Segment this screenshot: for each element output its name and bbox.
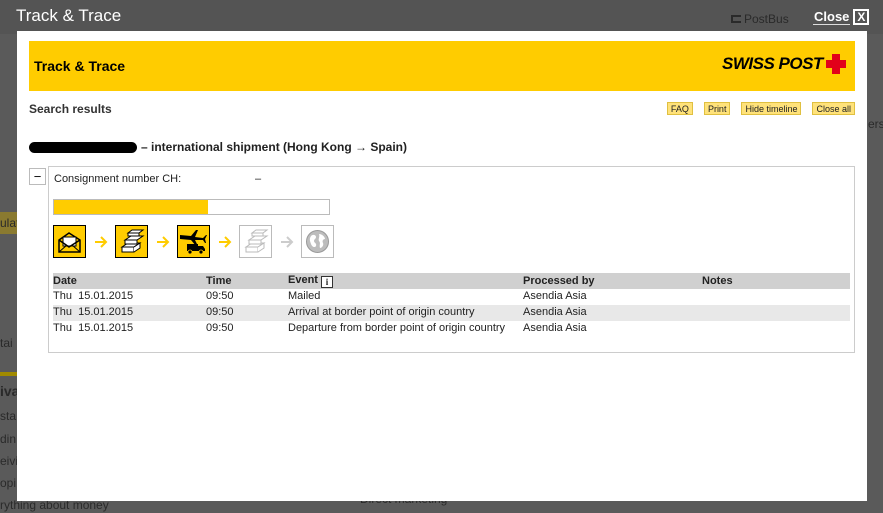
arrow-right-icon (86, 235, 115, 248)
close-all-button[interactable]: Close all (812, 102, 855, 115)
shipment-panel: Consignment number CH: – Date Time Event… (48, 166, 855, 353)
timeline-steps (53, 225, 334, 258)
swiss-cross-icon (825, 53, 847, 75)
table-header-row: Date Time Event i Processed by Notes (53, 273, 850, 289)
consignment-line: Consignment number CH: – (54, 173, 261, 185)
backdrop-fragment: din (0, 432, 17, 446)
cell-date-value: 15.01.2015 (78, 322, 134, 334)
dialog-header: Track & Trace SWISS POST (29, 41, 855, 91)
parcel-posted-icon (53, 225, 86, 258)
backdrop-fragment: tai (0, 336, 13, 350)
cell-date: Thu 15.01.2015 (53, 289, 206, 305)
arrow-right-icon (148, 235, 177, 248)
backdrop-fragment: eivi (0, 454, 19, 468)
modal-title: Track & Trace (16, 6, 122, 25)
progress-fill (54, 200, 208, 214)
cell-date: Thu 15.01.2015 (53, 321, 206, 337)
consignment-label: Consignment number CH: (54, 173, 182, 185)
header-notes: Notes (702, 273, 850, 289)
cell-date-value: 15.01.2015 (78, 306, 134, 318)
shipment-heading: – international shipment (Hong Kong → Sp… (29, 140, 407, 154)
table-row: Thu 15.01.2015 09:50 Arrival at border p… (53, 305, 850, 321)
header-event: Event i (288, 273, 523, 289)
cell-processed-by: Asendia Asia (523, 290, 587, 302)
cell-date-value: 15.01.2015 (78, 290, 134, 302)
cell-time: 09:50 (206, 305, 288, 321)
progress-bar (53, 199, 330, 215)
globe-icon (301, 225, 334, 258)
cell-day: Thu (53, 322, 72, 334)
search-results-heading: Search results (29, 102, 112, 116)
cell-notes (702, 321, 850, 337)
backdrop-fragment: opi (0, 476, 17, 490)
header-event-label: Event (288, 274, 318, 286)
faq-button[interactable]: FAQ (666, 102, 693, 115)
cell-day: Thu (53, 306, 72, 318)
cell-event: Mailed (288, 290, 321, 302)
plane-truck-icon (177, 225, 210, 258)
postbus-label: PostBus (744, 12, 789, 26)
header-date: Date (53, 273, 206, 289)
postbus-link[interactable]: PostBus (731, 12, 789, 26)
backdrop-fragment: ers (868, 117, 883, 131)
redacted-tracking-number (29, 141, 137, 153)
hide-timeline-button[interactable]: Hide timeline (741, 102, 802, 115)
header-title: Track & Trace (34, 58, 126, 74)
postbus-icon (731, 15, 741, 23)
action-buttons: FAQ Print Hide timeline Close all (666, 102, 855, 115)
cell-date: Thu 15.01.2015 (53, 305, 206, 321)
header-time: Time (206, 273, 288, 289)
parcels-sorted-icon (115, 225, 148, 258)
backdrop-fragment: sta (0, 409, 17, 423)
cell-event: Arrival at border point of origin countr… (288, 305, 523, 321)
close-button[interactable]: Close X (813, 8, 870, 25)
cell-notes (702, 289, 850, 305)
close-label: Close (813, 8, 851, 25)
header-processed-by: Processed by (523, 273, 702, 289)
cell-time: 09:50 (206, 322, 234, 334)
cell-notes (702, 305, 850, 321)
cell-event: Departure from border point of origin co… (288, 322, 506, 334)
info-icon[interactable]: i (320, 276, 333, 288)
cell-processed-by: Asendia Asia (523, 305, 702, 321)
close-icon: X (853, 8, 870, 25)
table-row: Thu 15.01.2015 09:50 Mailed Asendia Asia (53, 289, 850, 305)
logo-text: SWISS POST (722, 54, 823, 73)
track-trace-dialog: Track & Trace SWISS POST Search results … (17, 31, 867, 501)
arrow-right-icon (272, 235, 301, 248)
shipment-description: – international shipment (Hong Kong → Sp… (141, 140, 407, 154)
arrow-right-icon (210, 235, 239, 248)
cell-day: Thu (53, 290, 72, 302)
cell-time: 09:50 (206, 290, 234, 302)
consignment-value: – (255, 173, 262, 185)
collapse-toggle-button[interactable]: − (29, 168, 46, 185)
table-row: Thu 15.01.2015 09:50 Departure from bord… (53, 321, 850, 337)
parcels-pending-icon (239, 225, 272, 258)
print-button[interactable]: Print (703, 102, 731, 115)
swiss-post-logo: SWISS POST (722, 53, 847, 75)
cell-processed-by: Asendia Asia (523, 322, 587, 334)
events-table: Date Time Event i Processed by Notes Thu … (53, 273, 850, 337)
